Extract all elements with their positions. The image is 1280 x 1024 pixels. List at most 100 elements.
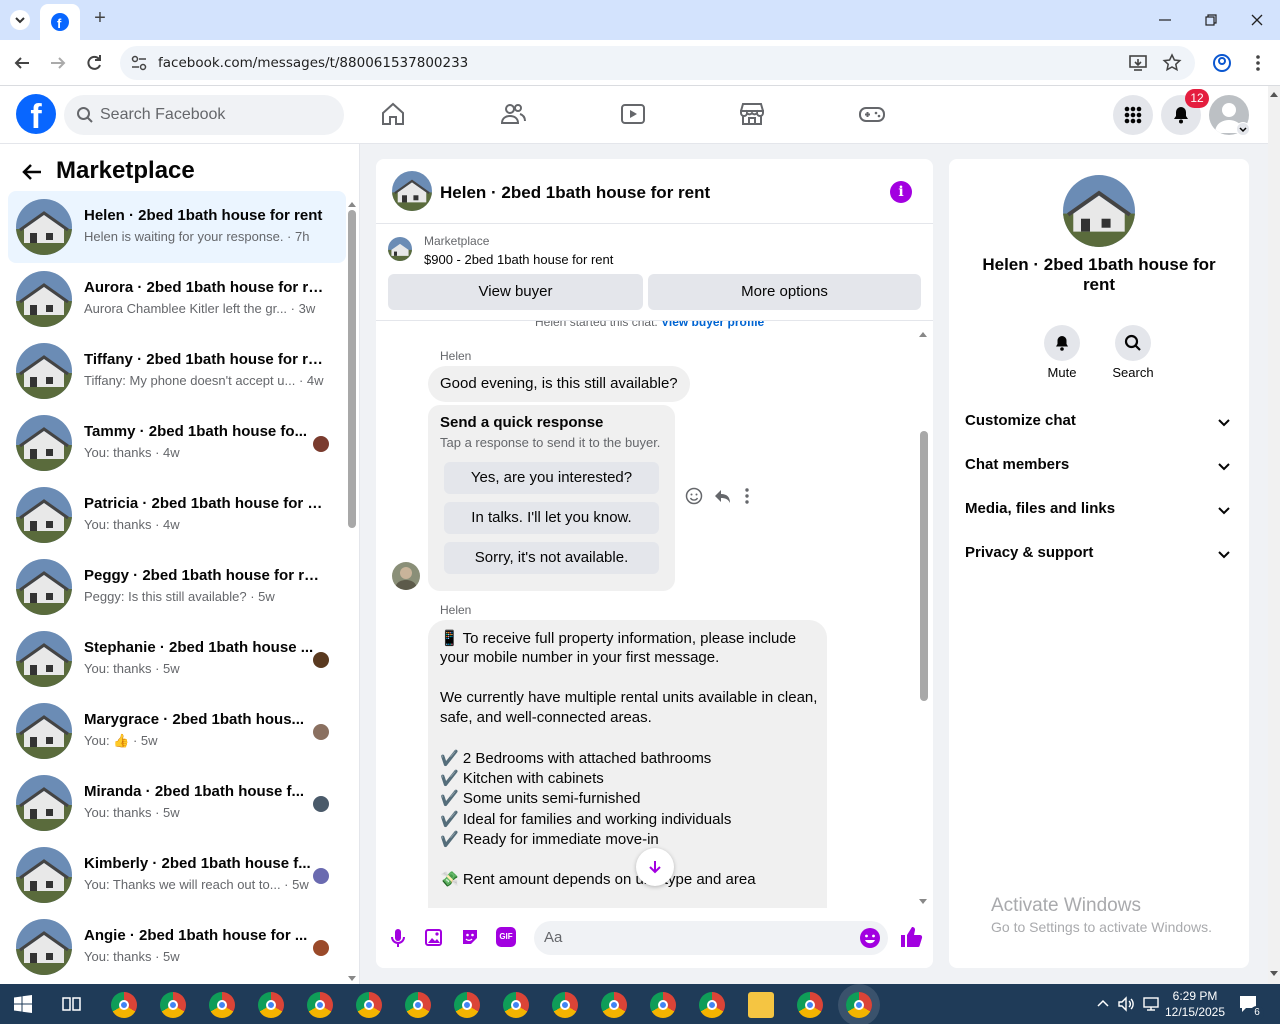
conversation-item[interactable]: Stephanie · 2bed 1bath house ... You: tha…: [8, 623, 346, 695]
install-app-icon[interactable]: [1128, 53, 1148, 78]
back-arrow-icon[interactable]: [10, 51, 34, 75]
menu-grid-icon[interactable]: [1113, 95, 1153, 135]
chrome-icon[interactable]: [650, 992, 676, 1018]
scroll-up-arrow-icon[interactable]: [347, 195, 357, 213]
chrome-icon[interactable]: [601, 992, 627, 1018]
facebook-logo-icon[interactable]: f: [16, 94, 56, 136]
conversation-name: Angie · 2bed 1bath house for ...: [84, 927, 308, 944]
scroll-to-bottom-icon[interactable]: [636, 848, 674, 886]
conversation-item[interactable]: Helen · 2bed 1bath house for rent Helen i…: [8, 191, 346, 263]
back-arrow-icon[interactable]: [20, 160, 44, 189]
thread-scroll-up-icon[interactable]: [918, 325, 928, 343]
quick-response-yes-button[interactable]: Yes, are you interested?: [444, 462, 659, 494]
chrome-icon[interactable]: [846, 992, 872, 1018]
listing-thumbnail: [16, 775, 72, 831]
chrome-icon[interactable]: [307, 992, 333, 1018]
tray-chevron-up-icon[interactable]: [1096, 996, 1110, 1015]
photo-attach-icon[interactable]: [424, 927, 444, 952]
view-buyer-button[interactable]: View buyer: [388, 274, 643, 310]
task-view-icon[interactable]: [62, 995, 82, 1018]
conversation-item[interactable]: Tammy · 2bed 1bath house fo... You: thank…: [8, 407, 346, 479]
windows-start-icon[interactable]: [14, 995, 32, 1018]
listing-avatar[interactable]: [392, 171, 432, 211]
chrome-icon[interactable]: [258, 992, 284, 1018]
browser-menu-icon[interactable]: [1250, 53, 1266, 78]
thread-scroll-down-icon[interactable]: [918, 893, 928, 908]
reply-arrow-icon[interactable]: [713, 487, 731, 510]
chrome-icon[interactable]: [209, 992, 235, 1018]
chrome-icon[interactable]: [454, 992, 480, 1018]
page-scroll-up-icon[interactable]: [1268, 88, 1280, 100]
view-buyer-profile-link[interactable]: View buyer profile: [661, 321, 764, 329]
friends-icon[interactable]: [499, 100, 527, 128]
network-icon[interactable]: [1142, 995, 1160, 1018]
chrome-icon[interactable]: [552, 992, 578, 1018]
conversation-item[interactable]: Miranda · 2bed 1bath house f... You: than…: [8, 767, 346, 839]
chrome-icon[interactable]: [405, 992, 431, 1018]
react-emoji-icon[interactable]: [685, 487, 703, 510]
conversation-list: Helen · 2bed 1bath house for rent Helen i…: [8, 191, 346, 983]
new-tab-plus-icon[interactable]: +: [88, 8, 112, 32]
video-icon[interactable]: [619, 100, 647, 128]
media-files-links-section[interactable]: Media, files and links: [965, 500, 1235, 524]
message-input[interactable]: Aa: [534, 921, 888, 955]
message-bubble-listing-info[interactable]: 📱 To receive full property information, …: [428, 620, 827, 908]
page-scrollbar[interactable]: [1268, 86, 1280, 984]
conversation-list-scrollbar[interactable]: [348, 210, 356, 528]
site-info-icon[interactable]: [130, 54, 148, 77]
conversation-item[interactable]: Tiffany · 2bed 1bath house for re... Tiff…: [8, 335, 346, 407]
page-scroll-down-icon[interactable]: [1268, 968, 1280, 980]
marketplace-icon[interactable]: [738, 100, 766, 128]
forward-arrow-icon[interactable]: [46, 51, 70, 75]
more-options-button[interactable]: More options: [648, 274, 921, 310]
emoji-picker-icon[interactable]: [859, 927, 881, 954]
chrome-icon[interactable]: [356, 992, 382, 1018]
mute-bell-icon[interactable]: [1044, 325, 1080, 361]
volume-icon[interactable]: [1117, 995, 1135, 1018]
conversation-info-icon[interactable]: i: [890, 181, 912, 203]
conversation-item[interactable]: Angie · 2bed 1bath house for ... You: tha…: [8, 911, 346, 983]
privacy-support-section[interactable]: Privacy & support: [965, 544, 1235, 568]
gif-icon[interactable]: GIF: [496, 927, 516, 947]
search-in-conversation-icon[interactable]: [1115, 325, 1151, 361]
thread-scrollbar[interactable]: [920, 431, 928, 701]
customize-chat-section[interactable]: Customize chat: [965, 412, 1235, 436]
thumbs-up-send-icon[interactable]: [899, 925, 923, 954]
account-chevron-down-icon[interactable]: [1236, 122, 1250, 136]
bookmark-star-icon[interactable]: [1162, 53, 1182, 78]
browser-tab-facebook[interactable]: f: [40, 4, 80, 40]
message-bubble[interactable]: Good evening, is this still available?: [428, 366, 690, 402]
close-window-icon[interactable]: [1245, 8, 1269, 32]
chrome-icon[interactable]: [160, 992, 186, 1018]
sticker-icon[interactable]: [460, 927, 480, 952]
message-more-icon[interactable]: [743, 487, 751, 510]
quick-response-unavailable-button[interactable]: Sorry, it's not available.: [444, 542, 659, 574]
system-clock[interactable]: 6:29 PM 12/15/2025: [1160, 988, 1230, 1020]
conversation-item[interactable]: Patricia · 2bed 1bath house for r... You:…: [8, 479, 346, 551]
message-input-placeholder: Aa: [544, 929, 563, 946]
file-explorer-icon[interactable]: [748, 992, 774, 1018]
microphone-icon[interactable]: [388, 927, 408, 954]
address-bar[interactable]: facebook.com/messages/t/880061537800233: [120, 46, 1195, 80]
restore-window-icon[interactable]: [1199, 8, 1223, 32]
chrome-icon[interactable]: [111, 992, 137, 1018]
tab-search-chevron-icon[interactable]: [8, 8, 32, 32]
minimize-window-icon[interactable]: [1153, 8, 1177, 32]
profile-icon[interactable]: [1212, 53, 1232, 78]
listing-avatar-large[interactable]: [1063, 175, 1135, 247]
conversation-preview: You: 👍 · 5w: [84, 733, 158, 748]
home-icon[interactable]: [379, 100, 407, 128]
chat-members-section[interactable]: Chat members: [965, 456, 1235, 480]
chrome-icon[interactable]: [797, 992, 823, 1018]
conversation-item[interactable]: Peggy · 2bed 1bath house for rent Peggy: …: [8, 551, 346, 623]
chrome-icon[interactable]: [699, 992, 725, 1018]
quick-response-in-talks-button[interactable]: In talks. I'll let you know.: [444, 502, 659, 534]
reload-icon[interactable]: [82, 51, 106, 75]
conversation-item[interactable]: Aurora · 2bed 1bath house for re... Auror…: [8, 263, 346, 335]
conversation-item[interactable]: Marygrace · 2bed 1bath hous... You: 👍 · 5…: [8, 695, 346, 767]
chrome-icon[interactable]: [503, 992, 529, 1018]
gaming-icon[interactable]: [858, 100, 886, 128]
conversation-item[interactable]: Kimberly · 2bed 1bath house f... You: Tha…: [8, 839, 346, 911]
sender-avatar[interactable]: [392, 562, 420, 590]
search-input[interactable]: Search Facebook: [64, 95, 344, 135]
